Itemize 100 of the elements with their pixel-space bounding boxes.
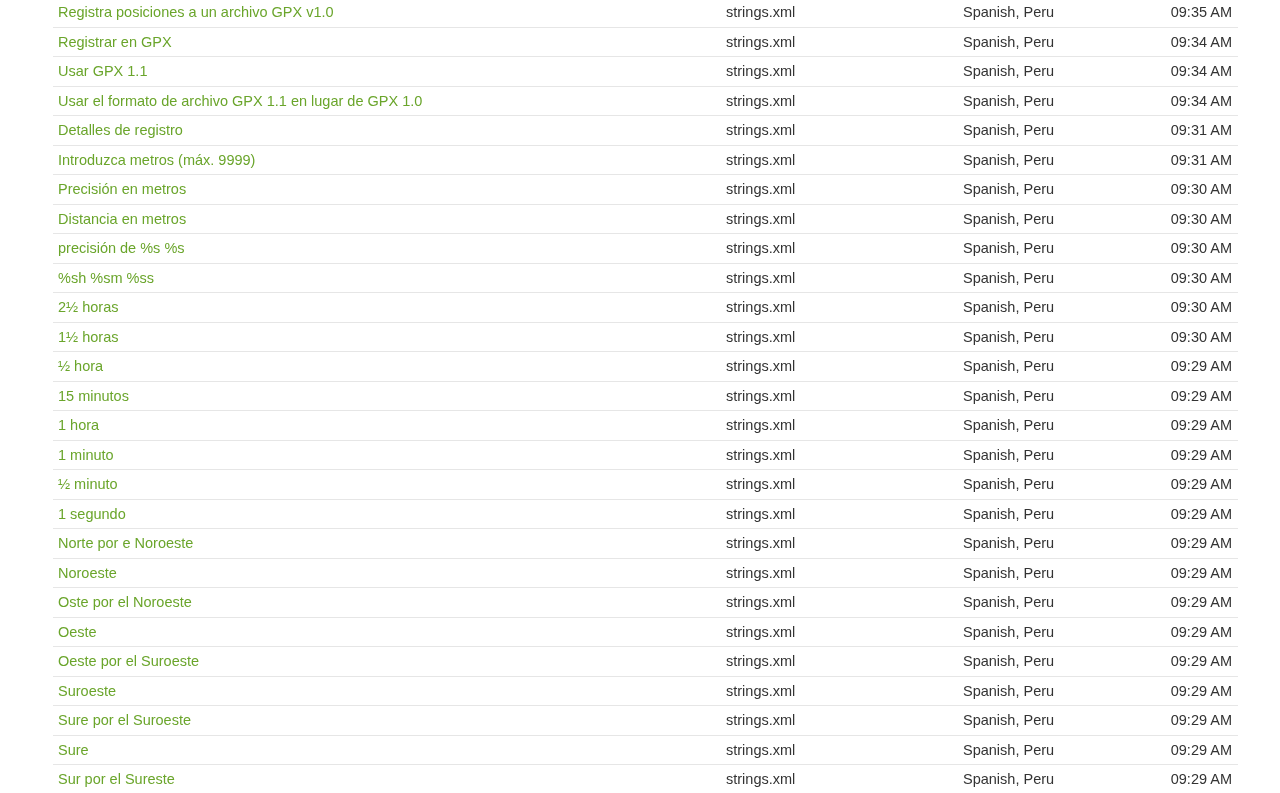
timestamp: 09:29 AM (1170, 387, 1233, 404)
string-link[interactable]: 1 hora (53, 417, 100, 434)
file-name: strings.xml (726, 476, 796, 493)
file-name: strings.xml (726, 505, 796, 522)
language-label: Spanish, Peru (963, 741, 1055, 758)
string-link[interactable]: Norte por e Noroeste (53, 535, 194, 552)
timestamp: 09:29 AM (1170, 623, 1233, 640)
timestamp: 09:34 AM (1170, 92, 1233, 109)
file-name: strings.xml (726, 181, 796, 198)
timestamp: 09:29 AM (1170, 417, 1233, 434)
file-name: strings.xml (726, 771, 796, 788)
string-link[interactable]: Registra posiciones a un archivo GPX v1.0 (53, 4, 334, 21)
file-name: strings.xml (726, 682, 796, 699)
timestamp: 09:29 AM (1170, 653, 1233, 670)
string-link[interactable]: Suroeste (53, 682, 117, 699)
string-link[interactable]: 1 segundo (53, 505, 126, 522)
string-link[interactable]: %sh %sm %ss (53, 269, 154, 286)
timestamp: 09:30 AM (1170, 181, 1233, 198)
timestamp: 09:29 AM (1170, 564, 1233, 581)
timestamp: 09:34 AM (1170, 63, 1233, 80)
file-name: strings.xml (726, 594, 796, 611)
timestamp: 09:29 AM (1170, 712, 1233, 729)
language-label: Spanish, Peru (963, 181, 1055, 198)
string-link[interactable]: Usar el formato de archivo GPX 1.1 en lugar de GPX 1.0 (53, 92, 423, 109)
file-name: strings.xml (726, 92, 796, 109)
file-name: strings.xml (726, 240, 796, 257)
timestamp: 09:29 AM (1170, 505, 1233, 522)
string-link[interactable]: Sure (53, 741, 89, 758)
string-link[interactable]: Sur por el Sureste (53, 771, 175, 788)
string-link[interactable]: Registrar en GPX (53, 33, 172, 50)
language-label: Spanish, Peru (963, 771, 1055, 788)
language-label: Spanish, Peru (963, 653, 1055, 670)
string-link[interactable]: Oeste por el Suroeste (53, 653, 200, 670)
language-label: Spanish, Peru (963, 535, 1055, 552)
language-label: Spanish, Peru (963, 269, 1055, 286)
language-label: Spanish, Peru (963, 63, 1055, 80)
file-name: strings.xml (726, 4, 796, 21)
string-link[interactable]: 1 minuto (53, 446, 114, 463)
language-label: Spanish, Peru (963, 358, 1055, 375)
file-name: strings.xml (726, 122, 796, 139)
timestamp: 09:35 AM (1170, 4, 1233, 21)
file-name: strings.xml (726, 63, 796, 80)
file-name: strings.xml (726, 741, 796, 758)
file-name: strings.xml (726, 299, 796, 316)
string-link[interactable]: Precisión en metros (53, 181, 187, 198)
language-label: Spanish, Peru (963, 210, 1055, 227)
file-name: strings.xml (726, 653, 796, 670)
timestamp: 09:29 AM (1170, 682, 1233, 699)
timestamp: 09:29 AM (1170, 358, 1233, 375)
string-link[interactable]: precisión de %s %s (53, 240, 185, 257)
language-label: Spanish, Peru (963, 328, 1055, 345)
string-link[interactable]: Introduzca metros (máx. 9999) (53, 151, 256, 168)
file-name: strings.xml (726, 358, 796, 375)
timestamp: 09:30 AM (1170, 328, 1233, 345)
language-label: Spanish, Peru (963, 564, 1055, 581)
string-link[interactable]: 15 minutos (53, 387, 129, 404)
string-link[interactable]: Oste por el Noroeste (53, 594, 192, 611)
language-label: Spanish, Peru (963, 151, 1055, 168)
language-label: Spanish, Peru (963, 417, 1055, 434)
string-link[interactable]: Sure por el Suroeste (53, 712, 191, 729)
file-name: strings.xml (726, 387, 796, 404)
string-link[interactable]: Usar GPX 1.1 (53, 63, 148, 80)
string-link[interactable]: 1½ horas (53, 328, 119, 345)
string-link[interactable]: 2½ horas (53, 299, 119, 316)
string-link[interactable]: ½ minuto (53, 476, 118, 493)
timestamp: 09:29 AM (1170, 476, 1233, 493)
string-link[interactable]: Distancia en metros (53, 210, 187, 227)
timestamp: 09:29 AM (1170, 594, 1233, 611)
language-label: Spanish, Peru (963, 387, 1055, 404)
timestamp: 09:30 AM (1170, 240, 1233, 257)
timestamp: 09:30 AM (1170, 210, 1233, 227)
language-label: Spanish, Peru (963, 240, 1055, 257)
timestamp: 09:34 AM (1170, 33, 1233, 50)
file-name: strings.xml (726, 269, 796, 286)
file-name: strings.xml (726, 33, 796, 50)
language-label: Spanish, Peru (963, 623, 1055, 640)
timestamp: 09:30 AM (1170, 299, 1233, 316)
language-label: Spanish, Peru (963, 505, 1055, 522)
file-name: strings.xml (726, 712, 796, 729)
file-name: strings.xml (726, 417, 796, 434)
file-name: strings.xml (726, 623, 796, 640)
language-label: Spanish, Peru (963, 712, 1055, 729)
file-name: strings.xml (726, 151, 796, 168)
file-name: strings.xml (726, 535, 796, 552)
timestamp: 09:31 AM (1170, 122, 1233, 139)
timestamp: 09:29 AM (1170, 741, 1233, 758)
file-name: strings.xml (726, 210, 796, 227)
language-label: Spanish, Peru (963, 682, 1055, 699)
string-link[interactable]: Detalles de registro (53, 122, 183, 139)
language-label: Spanish, Peru (963, 122, 1055, 139)
timestamp: 09:29 AM (1170, 535, 1233, 552)
language-label: Spanish, Peru (963, 92, 1055, 109)
string-link[interactable]: ½ hora (53, 358, 104, 375)
string-link[interactable]: Noroeste (53, 564, 117, 581)
language-label: Spanish, Peru (963, 476, 1055, 493)
timestamp: 09:31 AM (1170, 151, 1233, 168)
timestamp: 09:30 AM (1170, 269, 1233, 286)
string-link[interactable]: Oeste (53, 623, 97, 640)
language-label: Spanish, Peru (963, 33, 1055, 50)
timestamp: 09:29 AM (1170, 446, 1233, 463)
